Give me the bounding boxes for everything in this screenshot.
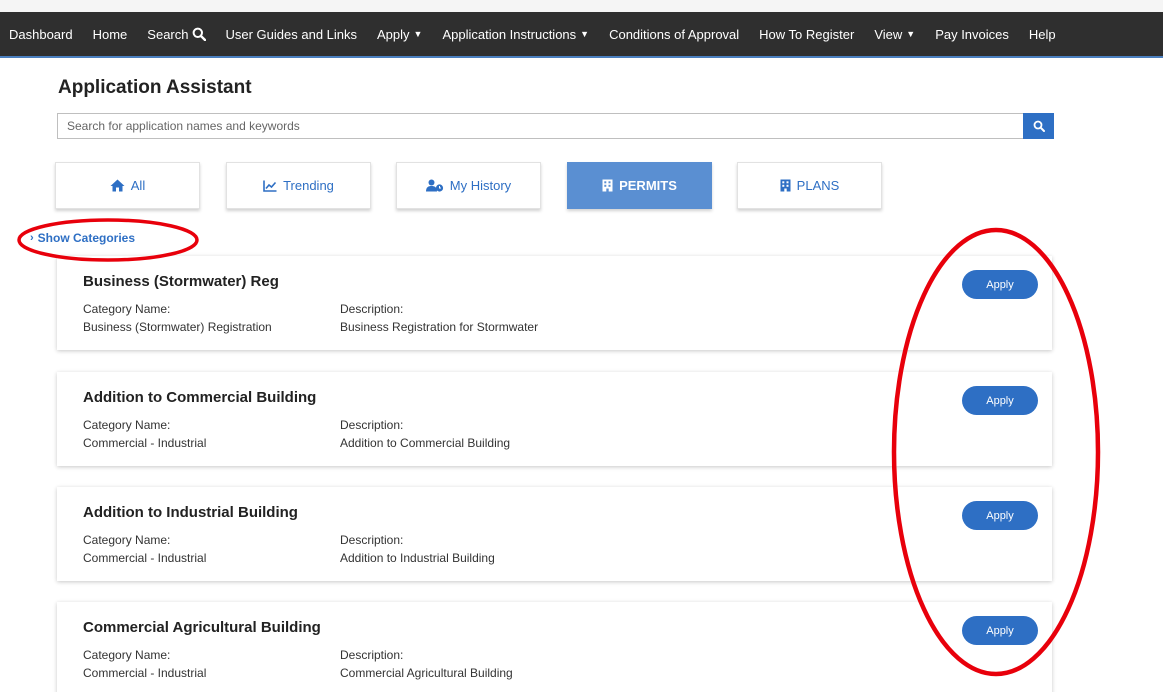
tab-my-history[interactable]: My History xyxy=(396,162,541,209)
description-value: Addition to Commercial Building xyxy=(340,436,511,450)
tab-all[interactable]: All xyxy=(55,162,200,209)
application-title: Addition to Industrial Building xyxy=(83,504,298,521)
application-search xyxy=(57,113,1054,139)
category-label: Category Name: xyxy=(83,418,171,432)
nav-label: Pay Invoices xyxy=(935,26,1009,42)
chevron-right-icon: › xyxy=(30,232,34,244)
category-value: Commercial - Industrial xyxy=(83,551,207,565)
category-label: Category Name: xyxy=(83,302,171,316)
tab-label: My History xyxy=(449,178,512,193)
description-label: Description: xyxy=(340,302,404,316)
caret-down-icon: ▼ xyxy=(906,29,916,39)
description-label: Description: xyxy=(340,648,404,662)
description-value: Business Registration for Stormwater xyxy=(340,320,539,334)
user-history-icon xyxy=(425,179,443,192)
caret-down-icon: ▼ xyxy=(580,29,590,39)
nav-user-guides[interactable]: User Guides and Links xyxy=(226,27,358,42)
nav-how-to-register[interactable]: How To Register xyxy=(759,27,854,42)
nav-label: Home xyxy=(92,26,128,42)
nav-label: User Guides and Links xyxy=(225,26,358,42)
show-categories-toggle[interactable]: › Show Categories xyxy=(30,231,135,245)
application-card: Commercial Agricultural Building Categor… xyxy=(57,602,1052,692)
category-value: Commercial - Industrial xyxy=(83,436,207,450)
home-icon xyxy=(110,179,125,192)
search-button[interactable] xyxy=(1023,113,1054,139)
show-categories-label: Show Categories xyxy=(37,231,136,245)
tab-plans[interactable]: PLANS xyxy=(737,162,882,209)
apply-button[interactable]: Apply xyxy=(962,616,1038,645)
description-value: Commercial Agricultural Building xyxy=(340,666,513,680)
nav-label: View xyxy=(874,26,903,42)
nav-label: Conditions of Approval xyxy=(609,26,740,42)
search-input[interactable] xyxy=(57,113,1023,139)
page-title: Application Assistant xyxy=(58,77,252,98)
application-card: Business (Stormwater) Reg Category Name:… xyxy=(57,256,1052,350)
application-card: Addition to Industrial Building Category… xyxy=(57,487,1052,581)
description-label: Description: xyxy=(340,533,404,547)
search-icon xyxy=(192,27,206,41)
application-card: Addition to Commercial Building Category… xyxy=(57,372,1052,466)
apply-button[interactable]: Apply xyxy=(962,270,1038,299)
main-navbar: Dashboard Home Search User Guides and Li… xyxy=(0,12,1163,58)
tab-permits[interactable]: PERMITS xyxy=(567,162,712,209)
apply-button[interactable]: Apply xyxy=(962,386,1038,415)
tab-label: PLANS xyxy=(796,178,840,193)
nav-dashboard[interactable]: Dashboard xyxy=(9,27,73,42)
nav-label: Help xyxy=(1028,26,1056,42)
nav-label: Dashboard xyxy=(9,26,73,42)
tab-label: PERMITS xyxy=(619,178,677,193)
tab-trending[interactable]: Trending xyxy=(226,162,371,209)
search-icon xyxy=(1033,120,1045,132)
description-value: Addition to Industrial Building xyxy=(340,551,495,565)
apply-button[interactable]: Apply xyxy=(962,501,1038,530)
application-title: Addition to Commercial Building xyxy=(83,389,317,406)
building-icon xyxy=(780,179,791,192)
nav-pay-invoices[interactable]: Pay Invoices xyxy=(935,27,1009,42)
tab-label: Trending xyxy=(283,178,334,193)
nav-application-instructions-dropdown[interactable]: Application Instructions ▼ xyxy=(442,27,589,42)
nav-conditions-of-approval[interactable]: Conditions of Approval xyxy=(609,27,739,42)
category-value: Commercial - Industrial xyxy=(83,666,207,680)
category-value: Business (Stormwater) Registration xyxy=(83,320,272,334)
description-label: Description: xyxy=(340,418,404,432)
nav-view-dropdown[interactable]: View ▼ xyxy=(874,27,915,42)
nav-help[interactable]: Help xyxy=(1029,27,1056,42)
nav-label: How To Register xyxy=(759,26,855,42)
caret-down-icon: ▼ xyxy=(413,29,423,39)
application-title: Commercial Agricultural Building xyxy=(83,619,321,636)
nav-search[interactable]: Search xyxy=(147,26,206,42)
trending-chart-icon xyxy=(263,180,277,192)
category-label: Category Name: xyxy=(83,533,171,547)
tab-label: All xyxy=(130,178,146,193)
nav-label: Search xyxy=(147,26,189,42)
top-strip xyxy=(0,0,1163,12)
category-label: Category Name: xyxy=(83,648,171,662)
nav-label: Apply xyxy=(377,26,410,42)
nav-home[interactable]: Home xyxy=(93,27,128,42)
application-title: Business (Stormwater) Reg xyxy=(83,273,279,290)
nav-apply-dropdown[interactable]: Apply ▼ xyxy=(377,27,422,42)
nav-label: Application Instructions xyxy=(442,26,577,42)
building-icon xyxy=(602,179,613,192)
